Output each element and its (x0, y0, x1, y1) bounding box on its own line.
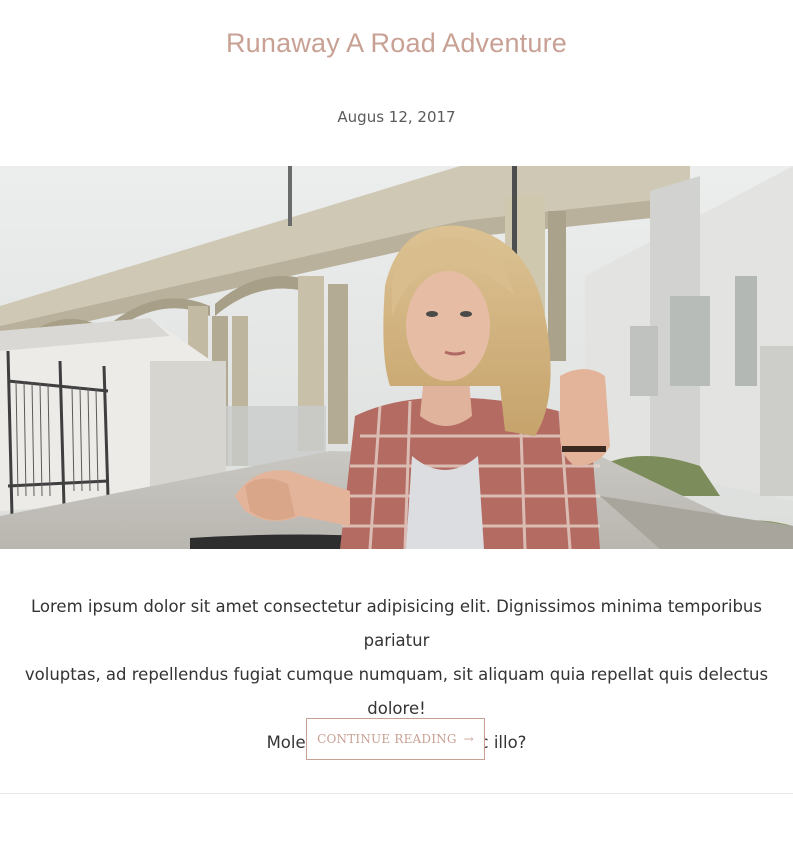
blog-post: Runaway A Road Adventure Augus 12, 2017 (0, 0, 793, 845)
excerpt-line: Lorem ipsum dolor sit amet consectetur a… (31, 597, 762, 650)
post-featured-image[interactable] (0, 166, 793, 549)
post-date: Augus 12, 2017 (337, 108, 456, 126)
continue-reading-button[interactable]: CONTINUE READING → (306, 718, 485, 760)
post-title[interactable]: Runaway A Road Adventure (0, 28, 793, 59)
excerpt-line: voluptas, ad repellendus fugiat cumque n… (24, 665, 769, 718)
post-divider (0, 793, 793, 794)
arrow-right-icon: → (463, 732, 474, 746)
continue-reading-label: CONTINUE READING (317, 732, 457, 746)
